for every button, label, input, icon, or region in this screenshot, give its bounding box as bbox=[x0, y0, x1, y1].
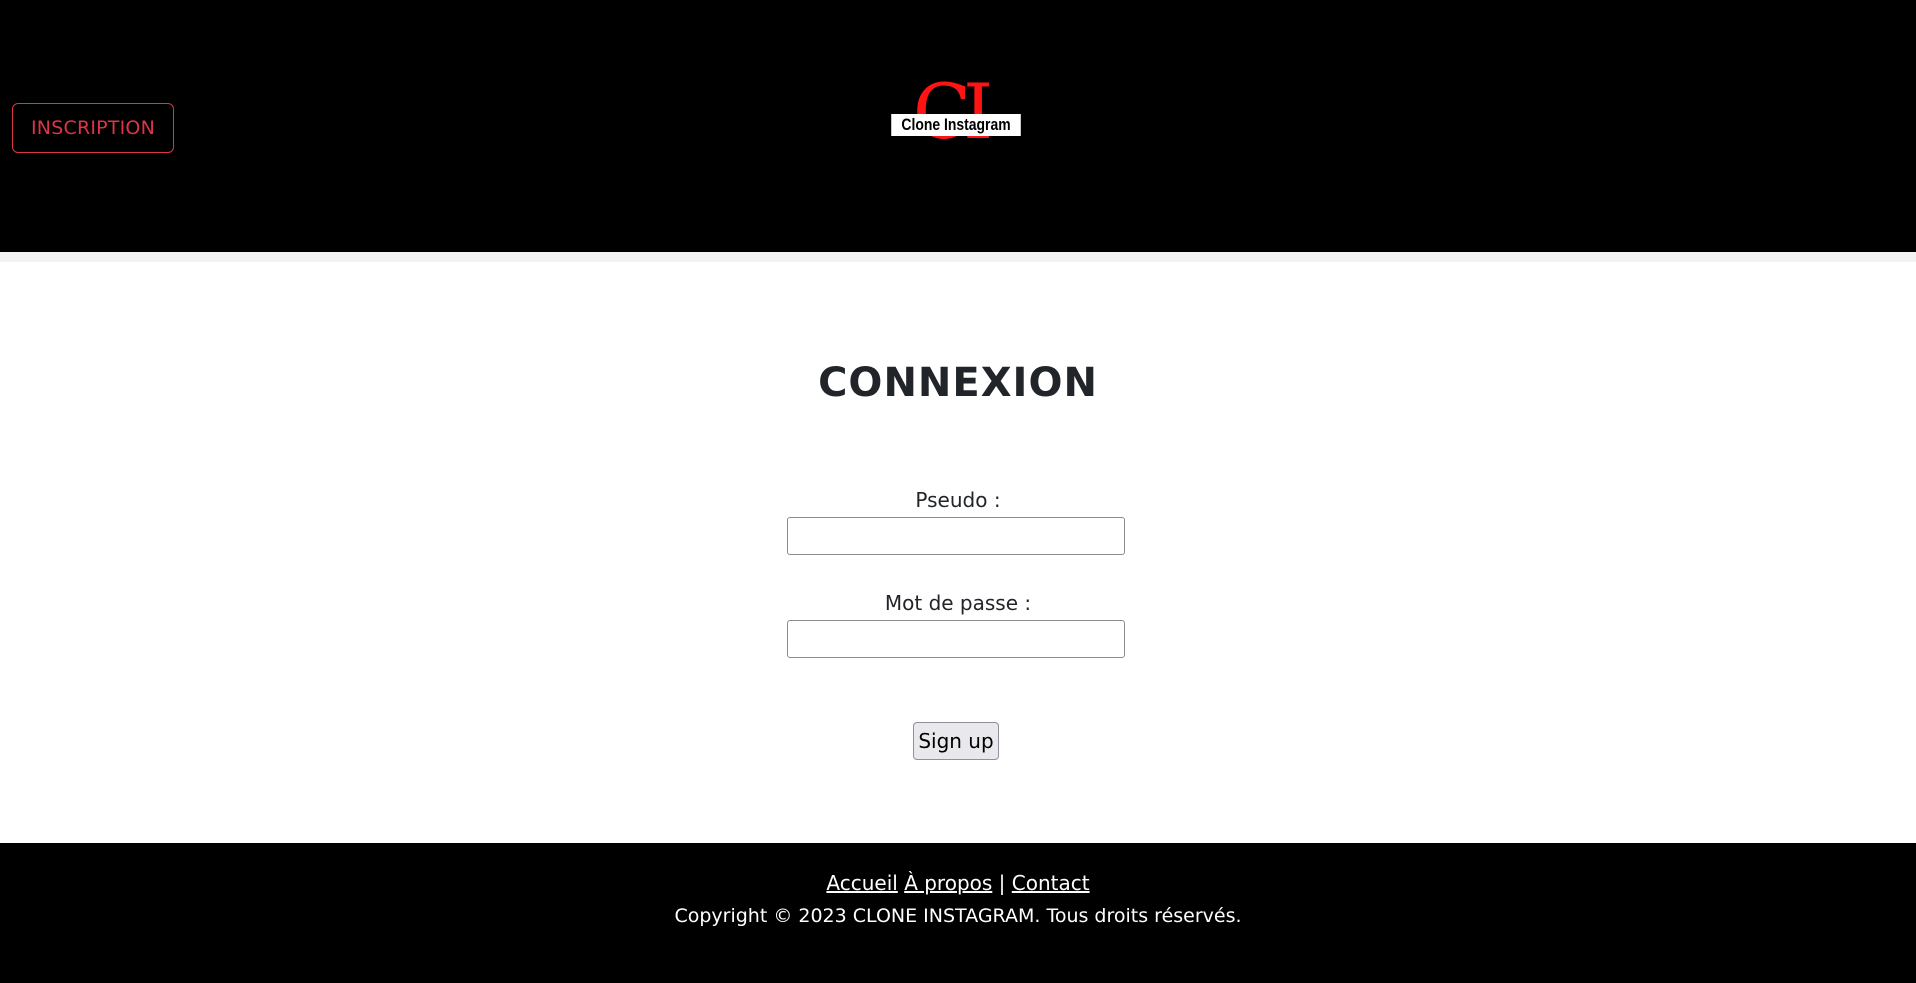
footer-separator: | bbox=[998, 871, 1006, 895]
password-input[interactable] bbox=[787, 620, 1125, 658]
footer-link-about[interactable]: À propos bbox=[904, 871, 992, 895]
header-divider bbox=[0, 252, 1916, 262]
password-label: Mot de passe : bbox=[884, 591, 1032, 615]
footer-link-contact[interactable]: Contact bbox=[1012, 871, 1090, 895]
signup-link[interactable]: INSCRIPTION bbox=[12, 103, 174, 153]
username-input[interactable] bbox=[787, 517, 1125, 555]
site-logo[interactable]: CI Clone Instagram bbox=[877, 74, 1035, 152]
site-footer: Accueil À propos | Contact Copyright © 2… bbox=[0, 843, 1916, 983]
footer-nav: Accueil À propos | Contact bbox=[0, 871, 1916, 895]
logo-monogram: CI bbox=[913, 67, 993, 156]
copyright-text: Copyright © 2023 CLONE INSTAGRAM. Tous d… bbox=[674, 905, 1242, 927]
submit-button[interactable]: Sign up bbox=[913, 722, 999, 760]
footer-link-home[interactable]: Accueil bbox=[826, 871, 897, 895]
site-header: INSCRIPTION CI Clone Instagram bbox=[0, 0, 1916, 252]
username-label: Pseudo : bbox=[915, 488, 1001, 512]
page-title: CONNEXION bbox=[818, 360, 1098, 406]
logo-text: Clone Instagram bbox=[891, 114, 1021, 136]
